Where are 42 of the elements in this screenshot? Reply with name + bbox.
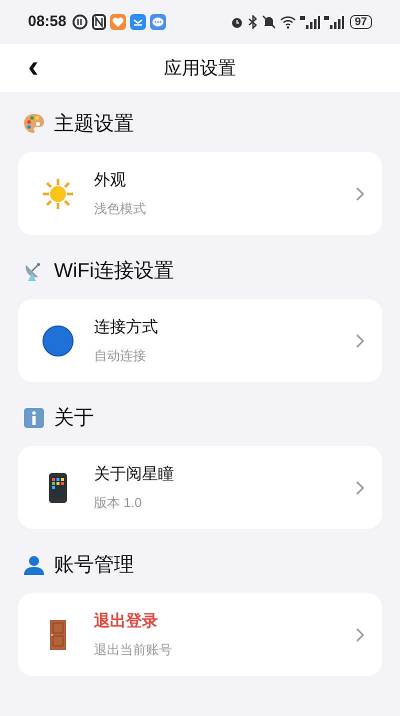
page-title: 应用设置 bbox=[164, 56, 236, 80]
status-time: 08:58 bbox=[28, 12, 66, 32]
app-notification-icon bbox=[72, 14, 88, 30]
signal-icon bbox=[300, 15, 320, 29]
door-icon bbox=[49, 618, 67, 650]
item-subtitle: 版本 1.0 bbox=[94, 494, 143, 512]
item-subtitle: 退出当前账号 bbox=[94, 640, 173, 659]
nfc-icon bbox=[92, 14, 106, 30]
settings-item[interactable]: 退出登录 退出当前账号 bbox=[18, 593, 382, 676]
item-title: 关于阅星瞳 bbox=[94, 464, 175, 485]
section-title: 账号管理 bbox=[54, 553, 134, 578]
back-button[interactable]: ‹ bbox=[28, 50, 39, 82]
section-title: WiFi连接设置 bbox=[54, 259, 174, 284]
wifi-icon bbox=[280, 15, 296, 29]
message-app-icon bbox=[150, 14, 166, 30]
settings-item[interactable]: 连接方式 自动连接 bbox=[18, 299, 382, 382]
person-icon bbox=[22, 553, 46, 577]
phone-icon bbox=[48, 472, 68, 504]
chevron-icon bbox=[356, 628, 364, 642]
sun-icon bbox=[42, 178, 74, 210]
chevron-icon bbox=[356, 480, 364, 494]
section-title: 主题设置 bbox=[54, 112, 134, 137]
item-title: 退出登录 bbox=[94, 611, 159, 632]
circle-icon bbox=[42, 324, 74, 356]
signal-icon bbox=[324, 15, 344, 29]
chevron-icon bbox=[356, 186, 364, 200]
battery-indicator: 97 bbox=[350, 15, 372, 29]
item-title: 外观 bbox=[94, 170, 127, 191]
bluetooth-icon bbox=[248, 15, 258, 29]
info-icon bbox=[22, 406, 46, 430]
settings-item[interactable]: 外观 浅色模式 bbox=[18, 152, 382, 235]
item-subtitle: 浅色模式 bbox=[94, 200, 147, 218]
item-title: 连接方式 bbox=[94, 318, 159, 338]
alarm-icon bbox=[230, 15, 244, 29]
section-title: 关于 bbox=[54, 406, 94, 431]
muted-bell-icon bbox=[262, 15, 276, 29]
palette-icon bbox=[22, 112, 46, 136]
chevron-icon bbox=[356, 334, 364, 348]
inbox-app-icon bbox=[130, 14, 146, 30]
settings-item[interactable]: 关于阅星瞳 版本 1.0 bbox=[18, 446, 382, 529]
item-subtitle: 自动连接 bbox=[94, 346, 147, 365]
heart-app-icon bbox=[110, 14, 126, 30]
